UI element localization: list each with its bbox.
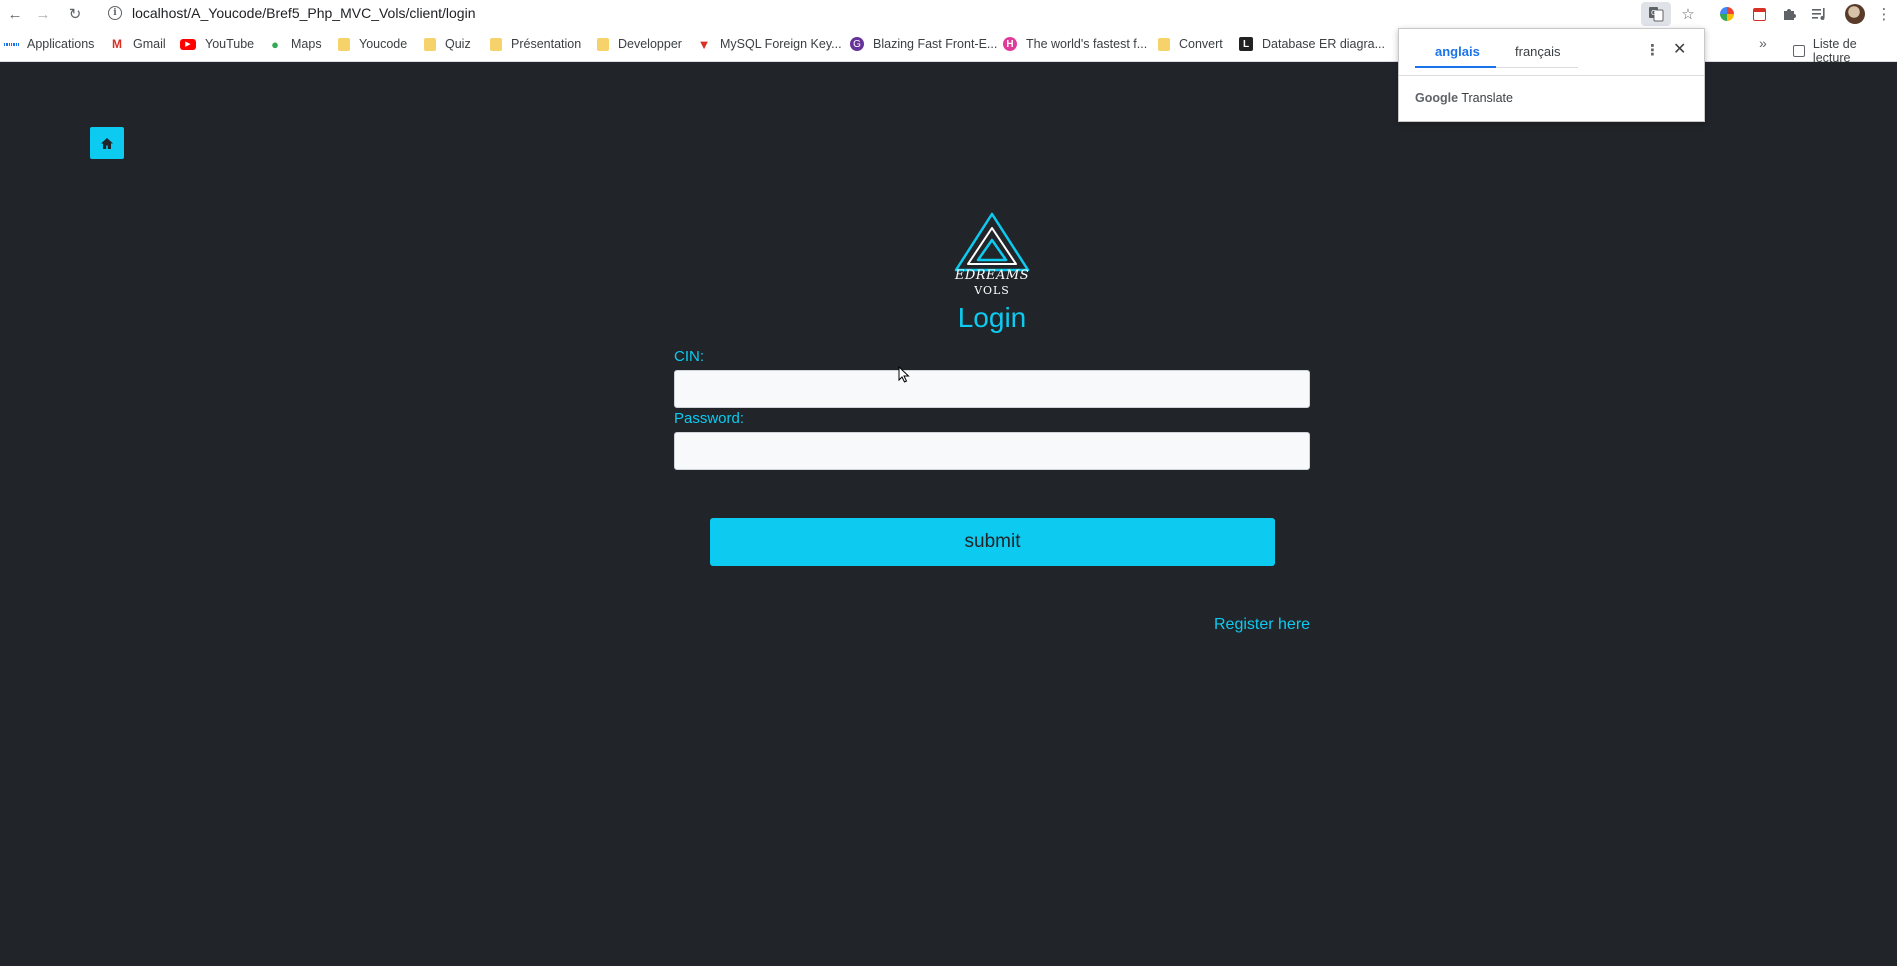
site-info-icon[interactable]: i	[108, 6, 122, 20]
bookmark-fastest[interactable]: H The world's fastest f...	[1003, 37, 1147, 51]
apps-grid-icon	[4, 37, 18, 51]
dbdiagram-icon: L	[1239, 37, 1253, 51]
cin-label: CIN:	[674, 348, 704, 365]
bookmark-maps[interactable]: ● Maps	[268, 36, 322, 52]
google-brand-text: Google	[1415, 91, 1459, 105]
bookmark-label: Database ER diagra...	[1262, 37, 1385, 51]
browser-toolbar: ← → ↻ i localhost/A_Youcode/Bref5_Php_MV…	[0, 0, 1897, 28]
bookmark-convert[interactable]: Convert	[1158, 37, 1223, 51]
translate-tab-source[interactable]: anglais	[1435, 44, 1480, 59]
bookmark-label: The world's fastest f...	[1026, 37, 1148, 51]
extensions-puzzle-icon[interactable]	[1777, 2, 1801, 26]
bookmark-dbdiagram[interactable]: L Database ER diagra...	[1239, 37, 1385, 51]
tab-divider	[1496, 67, 1578, 68]
bookmark-youtube[interactable]: ▶ YouTube	[180, 37, 254, 51]
translate-brand-text: Translate	[1461, 91, 1513, 105]
password-label: Password:	[674, 410, 745, 427]
address-bar[interactable]: localhost/A_Youcode/Bref5_Php_MVC_Vols/c…	[132, 5, 476, 21]
profile-avatar-icon[interactable]	[1843, 2, 1867, 26]
register-link[interactable]: Register here	[1214, 616, 1310, 634]
bookmark-quiz[interactable]: Quiz	[424, 37, 471, 51]
gmail-icon: M	[112, 37, 122, 51]
bookmark-label: Maps	[291, 37, 322, 51]
translate-options-icon[interactable]: ⋮	[1645, 41, 1660, 59]
active-tab-underline	[1415, 66, 1496, 68]
bookmark-label: Quiz	[445, 37, 471, 51]
bookmark-mysql[interactable]: ▼ MySQL Foreign Key...	[697, 36, 842, 52]
forward-arrow-icon[interactable]: →	[31, 2, 55, 26]
more-bookmarks-chevron-icon[interactable]: »	[1759, 35, 1767, 51]
logo-subtitle: VOLS	[974, 284, 1010, 297]
reading-list-label: Liste de lecture	[1812, 37, 1857, 65]
reading-list-icon	[1793, 45, 1805, 57]
bookmark-gmail[interactable]: M Gmail	[110, 37, 166, 51]
back-arrow-icon[interactable]: ←	[3, 2, 27, 26]
home-icon	[101, 137, 113, 149]
bookmark-presentation[interactable]: Présentation	[490, 37, 581, 51]
folder-icon	[490, 37, 502, 51]
bookmark-applications[interactable]: Applications	[4, 37, 94, 51]
folder-icon	[338, 37, 350, 51]
popup-divider	[1399, 75, 1704, 76]
browser-menu-icon[interactable]: ⋮	[1875, 2, 1893, 26]
h-icon: H	[1003, 37, 1017, 51]
folder-icon	[1158, 37, 1170, 51]
home-button[interactable]	[90, 127, 124, 159]
close-icon[interactable]: ✕	[1673, 39, 1686, 59]
logo-name: EDREAMS	[954, 268, 1030, 283]
page-title: Login	[957, 302, 1027, 333]
bookmark-label: Blazing Fast Front-E...	[873, 37, 998, 51]
bookmark-star-icon[interactable]: ☆	[1676, 2, 1700, 26]
bookmark-label: YouTube	[205, 37, 255, 51]
bookmark-label: Youcode	[359, 37, 408, 51]
submit-button[interactable]: submit	[710, 518, 1275, 566]
folder-icon	[424, 37, 436, 51]
bookmark-gatsby[interactable]: G Blazing Fast Front-E...	[850, 37, 997, 51]
svg-text:G: G	[1651, 9, 1656, 17]
mysql-icon: ▼	[697, 36, 711, 52]
youtube-icon: ▶	[180, 38, 196, 50]
maps-pin-icon: ●	[271, 36, 279, 52]
bookmark-label: Convert	[1179, 37, 1223, 51]
reading-list-button[interactable]: Liste de lecture	[1793, 37, 1897, 65]
folder-icon	[597, 37, 609, 51]
google-translate-brand: Google Translate	[1415, 91, 1513, 105]
password-input[interactable]	[674, 432, 1310, 470]
bookmark-label: Applications	[27, 37, 95, 51]
bookmark-label: Gmail	[133, 37, 166, 51]
translate-icon[interactable]: G	[1641, 2, 1671, 26]
translate-popup: anglais français ⋮ ✕ Google Translate	[1398, 28, 1705, 122]
translate-tab-target[interactable]: français	[1515, 44, 1561, 59]
gatsby-icon: G	[850, 37, 864, 51]
bookmark-label: Developper	[618, 37, 682, 51]
media-list-icon[interactable]	[1807, 2, 1831, 26]
cin-input[interactable]	[674, 370, 1310, 408]
bookmark-label: Présentation	[511, 37, 582, 51]
bookmark-label: MySQL Foreign Key...	[720, 37, 842, 51]
color-extension-icon[interactable]	[1715, 2, 1739, 26]
reload-icon[interactable]: ↻	[63, 2, 87, 26]
calendar-extension-icon[interactable]	[1747, 2, 1771, 26]
bookmark-youcode[interactable]: Youcode	[338, 37, 407, 51]
mouse-cursor-icon	[898, 366, 910, 383]
bookmark-developper[interactable]: Developper	[597, 37, 682, 51]
